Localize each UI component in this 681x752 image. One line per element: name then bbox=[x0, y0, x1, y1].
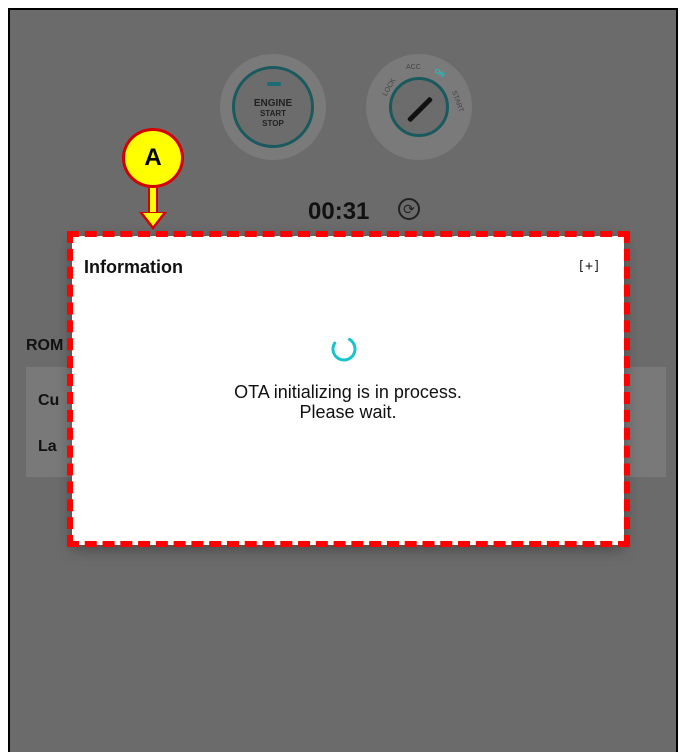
latest-version-label: La bbox=[38, 438, 57, 455]
engine-button-ring: ENGINE START STOP bbox=[232, 66, 314, 148]
key-position-on: ON bbox=[432, 67, 446, 80]
annotation-marker: A bbox=[122, 128, 184, 188]
key-position-acc: ACC bbox=[406, 64, 421, 71]
rom-section-label: ROM bbox=[26, 337, 64, 354]
engine-label-line3: STOP bbox=[262, 119, 284, 128]
annotation-highlight-box bbox=[67, 231, 630, 547]
key-pointer-icon bbox=[406, 96, 434, 123]
ignition-key-dial[interactable]: LOCK ACC ON START bbox=[366, 54, 472, 160]
refresh-icon[interactable]: ⟳ bbox=[398, 198, 420, 220]
key-knob bbox=[389, 77, 449, 137]
current-version-label: Cu bbox=[38, 392, 60, 409]
countdown-timer: 00:31 bbox=[308, 198, 370, 225]
key-position-start: START bbox=[450, 89, 465, 114]
screenshot-frame: ENGINE START STOP LOCK ACC ON START 00:3… bbox=[0, 0, 681, 752]
engine-start-stop-button[interactable]: ENGINE START STOP bbox=[220, 54, 326, 160]
annotation-arrow-fill bbox=[143, 213, 163, 226]
engine-indicator-icon bbox=[267, 82, 281, 86]
engine-label-line2: START bbox=[259, 109, 287, 118]
engine-button-label: ENGINE START STOP bbox=[235, 99, 311, 129]
annotation-arrow-shaft bbox=[148, 187, 158, 215]
engine-label-line1: ENGINE bbox=[253, 98, 293, 109]
